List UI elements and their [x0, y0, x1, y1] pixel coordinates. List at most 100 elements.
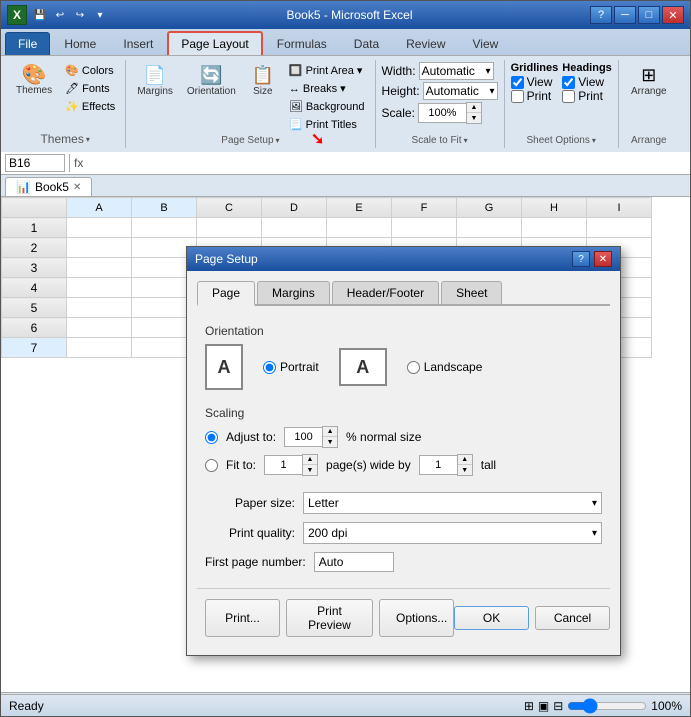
- col-header-i[interactable]: I: [587, 198, 652, 218]
- col-header-h[interactable]: H: [522, 198, 587, 218]
- tab-view[interactable]: View: [460, 32, 512, 55]
- fit-tall-input[interactable]: [419, 455, 457, 475]
- row-5[interactable]: 5: [2, 298, 67, 318]
- adjust-to-radio[interactable]: [205, 431, 218, 444]
- fit-pages-input[interactable]: [264, 455, 302, 475]
- portrait-radio[interactable]: [263, 361, 276, 374]
- first-page-input[interactable]: [314, 552, 394, 572]
- cell-a6[interactable]: [67, 318, 132, 338]
- normal-view-btn[interactable]: ⊞: [524, 699, 534, 713]
- scale-spinner[interactable]: ▲ ▼: [418, 102, 482, 124]
- arrange-btn[interactable]: ⊞ Arrange: [626, 62, 672, 100]
- quick-access-arrow[interactable]: ▾: [91, 6, 109, 24]
- background-btn[interactable]: 🖼 Background: [285, 98, 369, 115]
- options-btn[interactable]: Options...: [379, 599, 454, 637]
- scale-down-btn[interactable]: ▼: [467, 113, 481, 123]
- cell-a1[interactable]: [67, 218, 132, 238]
- tab-data[interactable]: Data: [341, 32, 392, 55]
- dialog-tab-page[interactable]: Page: [197, 281, 255, 306]
- dialog-help-btn[interactable]: ?: [572, 251, 590, 267]
- size-btn[interactable]: 📋 Size: [245, 62, 281, 100]
- fit-tall-up-btn[interactable]: ▲: [458, 455, 472, 465]
- themes-expander[interactable]: ▾: [86, 135, 90, 144]
- adjust-input[interactable]: [284, 427, 322, 447]
- cell-reference[interactable]: [5, 154, 65, 172]
- tab-home[interactable]: Home: [51, 32, 109, 55]
- print-btn[interactable]: Print...: [205, 599, 280, 637]
- landscape-option[interactable]: Landscape: [407, 360, 483, 374]
- headings-view-cb[interactable]: [562, 76, 575, 89]
- cell-a5[interactable]: [67, 298, 132, 318]
- row-4[interactable]: 4: [2, 278, 67, 298]
- print-titles-btn[interactable]: 📃 Print Titles: [285, 116, 369, 133]
- portrait-option[interactable]: Portrait: [263, 360, 319, 374]
- col-header-g[interactable]: G: [457, 198, 522, 218]
- fit-pages-up-btn[interactable]: ▲: [303, 455, 317, 465]
- cell-a4[interactable]: [67, 278, 132, 298]
- colors-btn[interactable]: 🎨 Colors: [61, 62, 119, 79]
- gridlines-view-cb[interactable]: [511, 76, 524, 89]
- cell-d1[interactable]: [262, 218, 327, 238]
- tab-page-layout[interactable]: Page Layout: [167, 31, 262, 55]
- minimize-btn[interactable]: ─: [614, 6, 636, 24]
- themes-btn[interactable]: 🎨 Themes: [11, 62, 57, 99]
- tab-insert[interactable]: Insert: [110, 32, 166, 55]
- zoom-slider[interactable]: [567, 698, 647, 714]
- margins-btn[interactable]: 📄 Margins: [132, 62, 178, 100]
- tab-file[interactable]: File: [5, 32, 50, 55]
- height-dropdown[interactable]: Automatic ▾: [423, 82, 498, 100]
- page-break-view-btn[interactable]: ⊟: [553, 699, 563, 713]
- cell-c1[interactable]: [197, 218, 262, 238]
- ok-btn[interactable]: OK: [454, 606, 529, 630]
- formula-input[interactable]: [87, 156, 686, 170]
- fonts-btn[interactable]: 🖊 Fonts: [61, 80, 119, 97]
- page-setup-expander[interactable]: ▾: [276, 136, 280, 145]
- orientation-btn[interactable]: 🔄 Orientation: [182, 62, 241, 100]
- fit-pages-down-btn[interactable]: ▼: [303, 465, 317, 475]
- scale-expander[interactable]: ▾: [464, 136, 468, 145]
- redo-quick-btn[interactable]: ↪: [71, 6, 89, 24]
- scale-input[interactable]: [418, 103, 466, 123]
- dialog-tab-margins[interactable]: Margins: [257, 281, 330, 304]
- print-quality-dropdown[interactable]: 200 dpi ▾: [303, 522, 602, 544]
- landscape-radio[interactable]: [407, 361, 420, 374]
- sheet-options-expander[interactable]: ▾: [592, 136, 596, 145]
- width-dropdown[interactable]: Automatic ▾: [419, 62, 494, 80]
- row-6[interactable]: 6: [2, 318, 67, 338]
- dialog-tab-sheet[interactable]: Sheet: [441, 281, 502, 304]
- dialog-close-btn[interactable]: ✕: [594, 251, 612, 267]
- cell-a3[interactable]: [67, 258, 132, 278]
- col-header-e[interactable]: E: [327, 198, 392, 218]
- cell-i1[interactable]: [587, 218, 652, 238]
- book-tab-book5[interactable]: 📊 Book5 ✕: [5, 177, 92, 196]
- gridlines-print-cb[interactable]: [511, 90, 524, 103]
- help-btn[interactable]: ?: [590, 6, 612, 24]
- headings-print-cb[interactable]: [562, 90, 575, 103]
- row-3[interactable]: 3: [2, 258, 67, 278]
- scale-up-btn[interactable]: ▲: [467, 103, 481, 113]
- fit-tall-down-btn[interactable]: ▼: [458, 465, 472, 475]
- restore-btn[interactable]: □: [638, 6, 660, 24]
- print-preview-btn[interactable]: Print Preview: [286, 599, 373, 637]
- fit-to-radio[interactable]: [205, 459, 218, 472]
- adjust-down-btn[interactable]: ▼: [323, 437, 337, 447]
- cell-a2[interactable]: [67, 238, 132, 258]
- save-quick-btn[interactable]: 💾: [31, 6, 49, 24]
- row-7[interactable]: 7: [2, 338, 67, 358]
- cell-g1[interactable]: [457, 218, 522, 238]
- col-header-c[interactable]: C: [197, 198, 262, 218]
- col-header-f[interactable]: F: [392, 198, 457, 218]
- col-header-b[interactable]: B: [132, 198, 197, 218]
- tab-review[interactable]: Review: [393, 32, 458, 55]
- col-header-d[interactable]: D: [262, 198, 327, 218]
- col-header-a[interactable]: A: [67, 198, 132, 218]
- tab-formulas[interactable]: Formulas: [264, 32, 340, 55]
- cell-h1[interactable]: [522, 218, 587, 238]
- breaks-btn[interactable]: ↔ Breaks ▾: [285, 80, 369, 97]
- cell-f1[interactable]: [392, 218, 457, 238]
- dialog-tab-headerfooter[interactable]: Header/Footer: [332, 281, 439, 304]
- print-area-btn[interactable]: 🔲 Print Area ▾: [285, 62, 369, 79]
- page-layout-view-btn[interactable]: ▣: [538, 699, 549, 713]
- cell-b1[interactable]: [132, 218, 197, 238]
- cancel-btn[interactable]: Cancel: [535, 606, 610, 630]
